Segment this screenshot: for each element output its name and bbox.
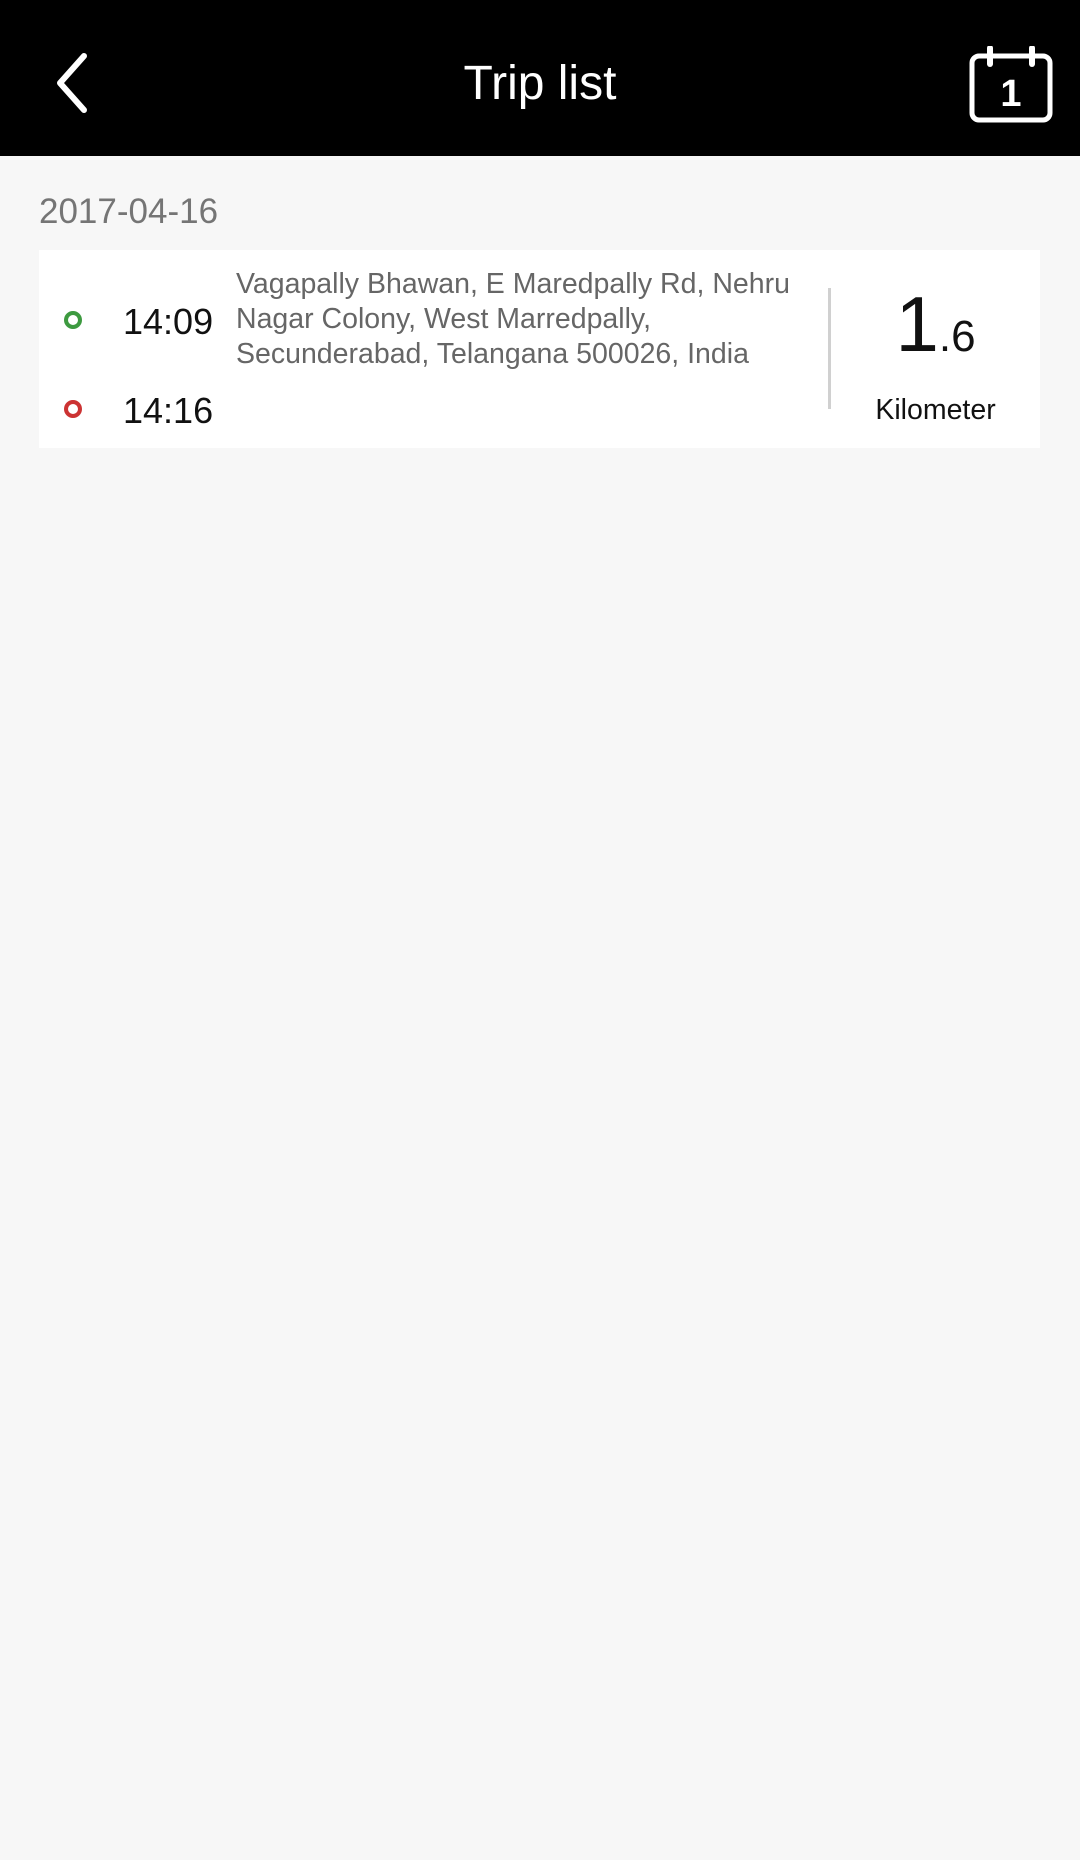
calendar-button[interactable]: 1 xyxy=(968,46,1054,124)
start-marker-icon xyxy=(64,311,82,329)
trip-start-time: 14:09 xyxy=(123,301,214,342)
distance-decimal: .6 xyxy=(938,312,976,361)
trip-distance: 1.6 xyxy=(831,284,1040,387)
section-date: 2017-04-16 xyxy=(39,192,219,231)
calendar-day-number: 1 xyxy=(1000,73,1022,115)
trip-card[interactable]: 14:09 Vagapally Bhawan, E Maredpally Rd,… xyxy=(39,250,1040,448)
trip-end-time: 14:16 xyxy=(123,390,214,431)
page-title: Trip list xyxy=(463,57,617,110)
app-bar: Trip list 1 xyxy=(0,0,1080,156)
trip-start-address: Vagapally Bhawan, E Maredpally Rd, Nehru… xyxy=(236,268,790,370)
distance-integer: 1 xyxy=(895,280,939,368)
distance-unit: Kilometer xyxy=(875,394,996,426)
end-marker-icon xyxy=(64,400,82,418)
